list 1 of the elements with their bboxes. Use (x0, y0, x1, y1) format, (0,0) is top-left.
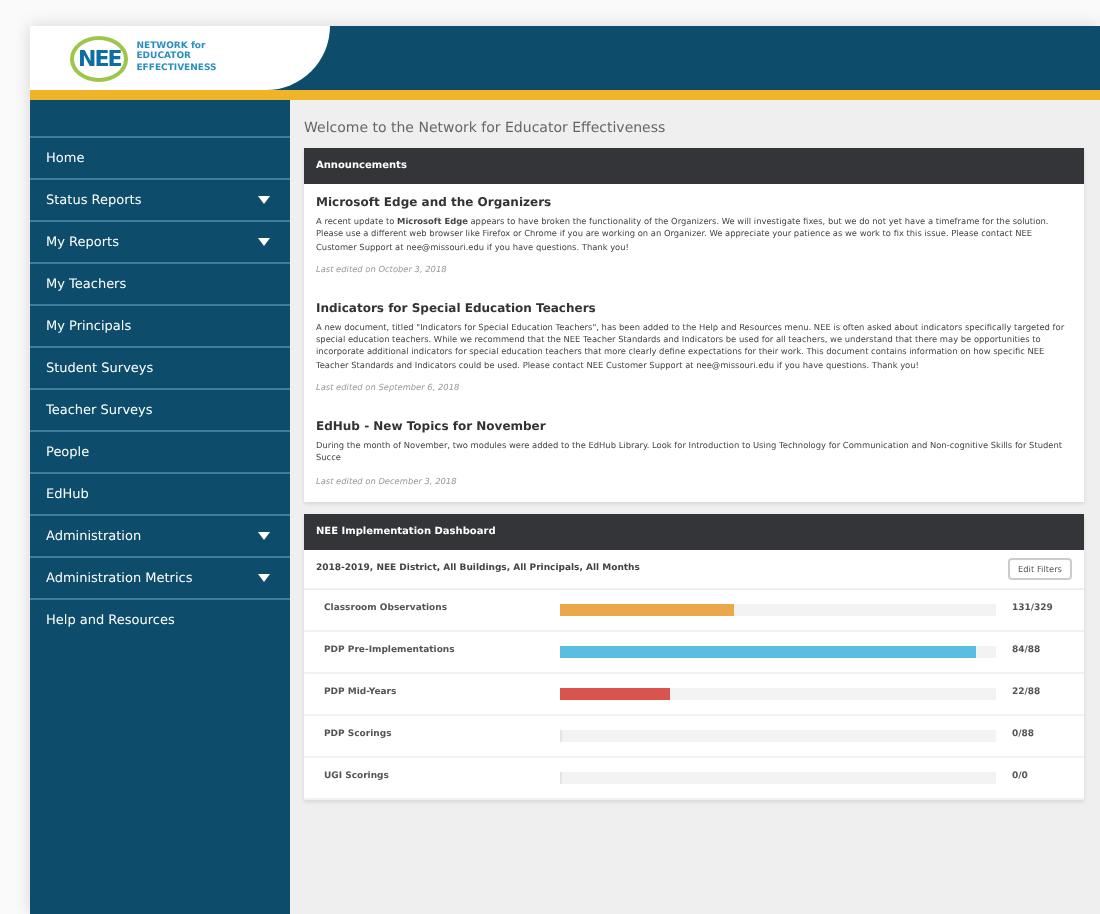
logo-mark: NEE (70, 35, 129, 81)
